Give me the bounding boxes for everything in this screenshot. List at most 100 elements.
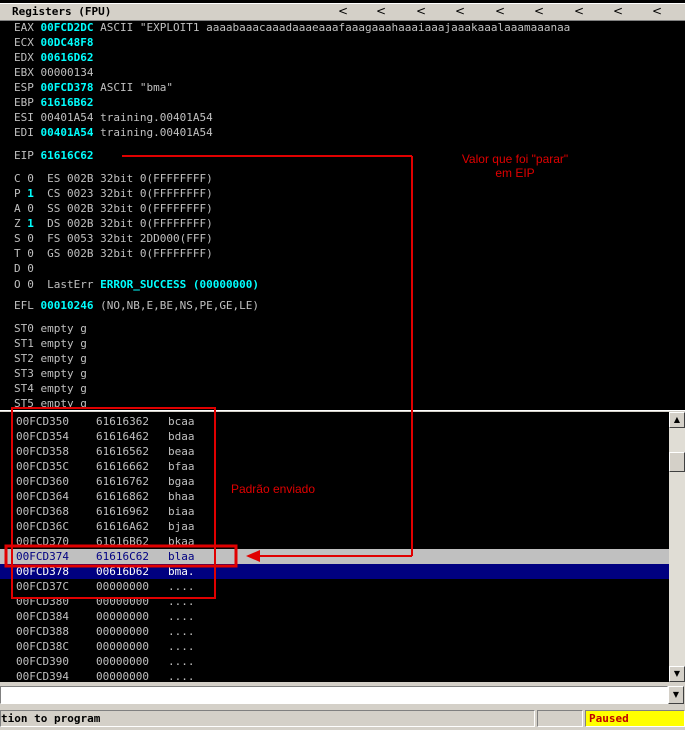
arrow-left-icon[interactable]: < [495, 4, 505, 18]
stack-row[interactable]: 00FCD374 61616C62 blaa [0, 549, 669, 564]
scroll-up-icon[interactable]: ▲ [669, 412, 685, 428]
stack-comment: bcaa [168, 415, 195, 428]
stack-value: 61616A62 [96, 520, 149, 533]
register-ecx[interactable]: ECX 00DC48F8 [14, 35, 93, 50]
flag-bit: 0 [27, 262, 34, 275]
register-name: EIP [14, 149, 34, 162]
flag-row-s[interactable]: S 0 FS 0053 32bit 2DD000(FFF) [14, 231, 213, 246]
stack-row[interactable]: 00FCD37C 00000000.... [0, 579, 669, 594]
stack-row[interactable]: 00FCD394 00000000.... [0, 669, 669, 682]
stack-row[interactable]: 00FCD364 61616862 bhaa [0, 489, 669, 504]
stack-value: 61616862 [96, 490, 149, 503]
register-efl[interactable]: EFL 00010246 (NO,NB,E,BE,NS,PE,GE,LE) [14, 298, 259, 313]
stack-row[interactable]: 00FCD358 61616562 beaa [0, 444, 669, 459]
stack-row[interactable]: 00FCD35C 61616662 bfaa [0, 459, 669, 474]
command-input[interactable] [0, 686, 668, 704]
registers-title: Registers (FPU) [12, 5, 112, 18]
stack-row[interactable]: 00FCD380 00000000.... [0, 594, 669, 609]
flag-row-c[interactable]: C 0 ES 002B 32bit 0(FFFFFFFF) [14, 171, 213, 186]
stack-value: 00000000 [96, 640, 149, 653]
stack-row[interactable]: 00FCD370 61616B62 bkaa [0, 534, 669, 549]
scroll-down-icon[interactable]: ▼ [669, 666, 685, 682]
arrow-left-icon[interactable]: < [376, 4, 386, 18]
flag-name: O [14, 278, 21, 291]
flag-row-z[interactable]: Z 1 DS 002B 32bit 0(FFFFFFFF) [14, 216, 213, 231]
stack-address: 00FCD358 [16, 445, 69, 458]
stack-address: 00FCD360 [16, 475, 69, 488]
stack-scrollbar[interactable]: ▲ ▼ [669, 412, 685, 682]
flag-name: D [14, 262, 21, 275]
arrow-left-icon[interactable]: < [574, 4, 584, 18]
flag-bit: 1 [27, 187, 34, 200]
lasterr-row[interactable]: O 0 LastErr ERROR_SUCCESS (00000000) [14, 277, 259, 292]
stack-address: 00FCD350 [16, 415, 69, 428]
arrow-left-icon[interactable]: < [455, 4, 465, 18]
scroll-thumb[interactable] [669, 452, 685, 472]
flag-row-d[interactable]: D 0 [14, 261, 47, 276]
stack-row[interactable]: 00FCD38C 00000000.... [0, 639, 669, 654]
stack-value: 61616462 [96, 430, 149, 443]
stack-row[interactable]: 00FCD390 00000000.... [0, 654, 669, 669]
stack-row[interactable]: 00FCD354 61616462 bdaa [0, 429, 669, 444]
flag-bit: 0 [27, 202, 34, 215]
stack-value: 61616962 [96, 505, 149, 518]
stack-row[interactable]: 00FCD36C 61616A62 bjaa [0, 519, 669, 534]
chevron-down-icon[interactable]: ▼ [668, 686, 684, 704]
register-edx[interactable]: EDX 00616D62 [14, 50, 93, 65]
fpu-register-st4[interactable]: ST4 empty g [14, 381, 87, 396]
fpu-register-st2[interactable]: ST2 empty g [14, 351, 87, 366]
stack-comment: .... [168, 655, 195, 668]
fpu-register-st0[interactable]: ST0 empty g [14, 321, 87, 336]
register-edi[interactable]: EDI 00401A54 training.00401A54 [14, 125, 213, 140]
stack-row[interactable]: 00FCD360 61616762 bgaa [0, 474, 669, 489]
register-value: 00401A54 [40, 111, 94, 124]
stack-value: 00000000 [96, 655, 149, 668]
stack-row[interactable]: 00FCD388 00000000.... [0, 624, 669, 639]
stack-row[interactable]: 00FCD384 00000000.... [0, 609, 669, 624]
flag-name: A [14, 202, 21, 215]
fpu-register-st1[interactable]: ST1 empty g [14, 336, 87, 351]
stack-comment: bdaa [168, 430, 195, 443]
stack-comment: bjaa [168, 520, 195, 533]
flag-row-a[interactable]: A 0 SS 002B 32bit 0(FFFFFFFF) [14, 201, 213, 216]
register-eip[interactable]: EIP 61616C62 [14, 148, 93, 163]
stack-value: 00000000 [96, 595, 149, 608]
register-esi[interactable]: ESI 00401A54 training.00401A54 [14, 110, 213, 125]
flag-bit: 1 [27, 217, 34, 230]
fpu-register-st3[interactable]: ST3 empty g [14, 366, 87, 381]
register-eax[interactable]: EAX 00FCD2DC ASCII "EXPLOIT1 aaaabaaacaa… [14, 20, 570, 35]
flag-bit: 0 [27, 172, 34, 185]
register-esp[interactable]: ESP 00FCD378 ASCII "bma" [14, 80, 173, 95]
register-value: 00616D62 [40, 51, 94, 64]
arrow-left-icon[interactable]: < [338, 4, 348, 18]
stack-row[interactable]: 00FCD368 61616962 biaa [0, 504, 669, 519]
flag-row-t[interactable]: T 0 GS 002B 32bit 0(FFFFFFFF) [14, 246, 213, 261]
registers-header[interactable]: Registers (FPU) < < < < < < < < < [0, 3, 685, 21]
stack-address: 00FCD374 [16, 550, 69, 563]
stack-comment: bfaa [168, 460, 195, 473]
register-ebx[interactable]: EBX 00000134 [14, 65, 93, 80]
stack-address: 00FCD390 [16, 655, 69, 668]
stack-value: 61616362 [96, 415, 149, 428]
stack-value: 61616C62 [96, 550, 149, 563]
pattern-annotation: Padrão enviado [230, 482, 316, 496]
register-ebp[interactable]: EBP 61616B62 [14, 95, 93, 110]
stack-pane[interactable]: 00FCD350 61616362 bcaa 00FCD354 61616462 bdaa… [0, 412, 669, 682]
flag-row-p[interactable]: P 1 CS 0023 32bit 0(FFFFFFFF) [14, 186, 213, 201]
stack-address: 00FCD364 [16, 490, 69, 503]
stack-row[interactable]: 00FCD378 00616D62 bma. [0, 564, 669, 579]
register-comment: ASCII "EXPLOIT1 aaaabaaacaaadaaaeaaafaaa… [93, 21, 571, 34]
flag-bit: 0 [27, 247, 34, 260]
register-value: 00FCD2DC [40, 21, 94, 34]
stack-comment: bma. [168, 565, 195, 578]
stack-row[interactable]: 00FCD350 61616362 bcaa [0, 414, 669, 429]
arrow-left-icon[interactable]: < [534, 4, 544, 18]
arrow-left-icon[interactable]: < [613, 4, 623, 18]
registers-pane[interactable]: Registers (FPU) < < < < < < < < < EAX 00… [0, 0, 685, 410]
fpu-register-st5[interactable]: ST5 empty g [14, 396, 87, 410]
arrow-left-icon[interactable]: < [416, 4, 426, 18]
arrow-left-icon[interactable]: < [652, 4, 662, 18]
register-comment: training.00401A54 [93, 126, 213, 139]
stack-comment: .... [168, 640, 195, 653]
register-name: EAX [14, 21, 34, 34]
